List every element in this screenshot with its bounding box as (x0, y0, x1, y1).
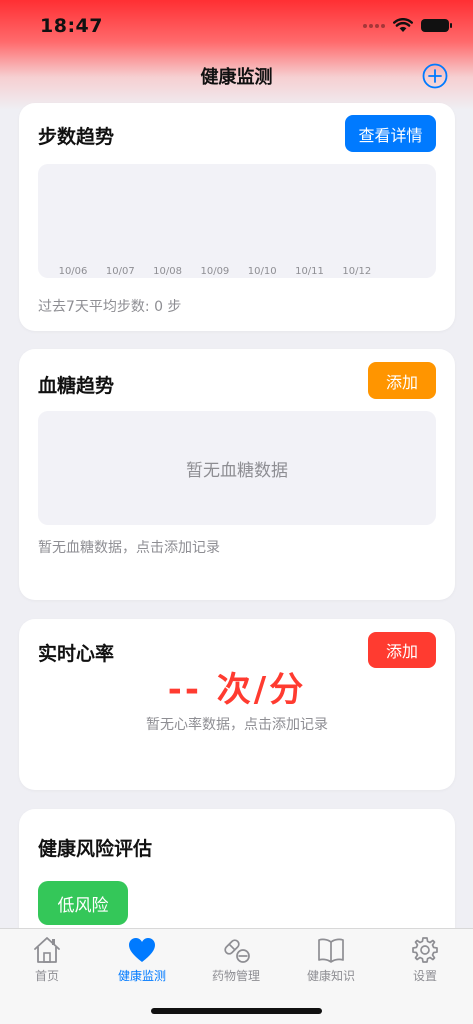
signal-icon (363, 23, 385, 28)
steps-chart-tick: 10/12 (342, 266, 372, 277)
heart-rate-note-text: 暂无心率数据，点击添加记录 (146, 717, 328, 733)
book-icon (318, 938, 344, 963)
heart-rate-value: -- 次/分 (167, 670, 307, 710)
steps-chart: 10/06 10/07 10/08 10/09 10/10 10/11 10/12 (38, 164, 436, 278)
status-time: 18:47 (40, 15, 103, 37)
risk-card-title: 健康风险评估 (38, 838, 153, 860)
home-icon (34, 937, 60, 963)
tab-knowledge-label: 健康知识 (306, 969, 355, 983)
add-glucose-button[interactable]: 添加 (368, 362, 436, 399)
tab-settings-label: 设置 (412, 969, 437, 983)
steps-chart-tick: 10/10 (247, 266, 277, 277)
glucose-chart: 暂无血糖数据 (38, 411, 436, 525)
status-bar: 18:47 (0, 0, 473, 50)
tab-home-label: 首页 (34, 969, 59, 983)
steps-chart-tick: 10/11 (295, 266, 324, 277)
pills-icon (224, 939, 250, 963)
tab-home[interactable]: 首页 (0, 935, 94, 995)
wifi-icon (393, 18, 413, 32)
page-title: 健康监测 (200, 67, 273, 88)
steps-chart-tick: 10/06 (58, 266, 88, 277)
tab-knowledge[interactable]: 健康知识 (284, 935, 378, 995)
steps-card-title: 步数趋势 (38, 126, 115, 148)
glucose-empty-text: 暂无血糖数据 (186, 461, 288, 481)
tab-health-monitor[interactable]: 健康监测 (95, 935, 189, 995)
tab-health-monitor-label: 健康监测 (117, 969, 166, 983)
glucose-card: 血糖趋势 添加 暂无血糖数据 暂无血糖数据，点击添加记录 (19, 349, 455, 600)
steps-average-text: 过去7天平均步数: 0 步 (38, 299, 182, 315)
steps-chart-tick: 10/07 (105, 266, 135, 277)
home-indicator (151, 1008, 322, 1014)
steps-chart-tick: 10/08 (153, 266, 183, 277)
glucose-card-title: 血糖趋势 (38, 375, 115, 397)
tab-medication-label: 药物管理 (211, 969, 260, 983)
view-details-button[interactable]: 查看详情 (345, 115, 436, 152)
add-circle-icon[interactable] (422, 63, 448, 89)
heart-rate-card: 实时心率 添加 -- 次/分 暂无心率数据，点击添加记录 (19, 619, 455, 790)
status-icons (363, 18, 452, 33)
tab-medication[interactable]: 药物管理 (189, 935, 283, 995)
steps-chart-tick: 10/09 (200, 266, 230, 277)
risk-level-badge: 低风险 (38, 881, 128, 925)
heart-icon (129, 938, 155, 962)
glucose-note-text: 暂无血糖数据，点击添加记录 (38, 540, 220, 556)
battery-icon (421, 19, 452, 32)
gear-icon (412, 937, 438, 963)
steps-card: 步数趋势 查看详情 10/06 10/07 10/08 10/09 10/10 10/11… (19, 103, 455, 331)
tab-settings[interactable]: 设置 (378, 935, 472, 995)
